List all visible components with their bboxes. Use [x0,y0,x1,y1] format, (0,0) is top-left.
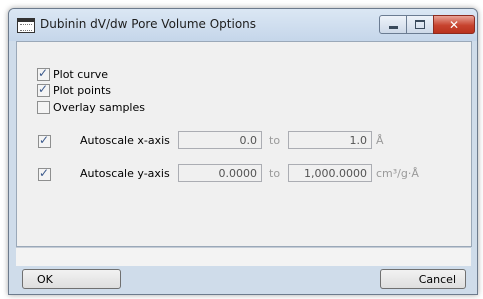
plot-points-option[interactable]: Plot points [37,82,111,98]
y-to-label: to [269,167,281,180]
plot-curve-option[interactable]: Plot curve [37,66,108,82]
y-max-field[interactable]: 1,000.0000 [288,164,372,182]
window-icon [17,18,35,33]
status-strip [16,247,471,266]
autoscale-x-label: Autoscale x-axis [80,134,170,147]
autoscale-y-checkbox[interactable] [38,166,51,181]
autoscale-x-checkbox[interactable] [38,133,51,148]
x-to-label: to [269,134,281,147]
minimize-button[interactable] [379,15,407,34]
y-min-field[interactable]: 0.0000 [178,164,262,182]
dialog-window: Dubinin dV/dw Pore Volume Options ✕ Plot… [8,8,478,295]
plot-points-label: Plot points [53,83,112,97]
maximize-button[interactable] [406,15,434,34]
minimize-icon [388,26,398,29]
title-bar[interactable]: Dubinin dV/dw Pore Volume Options ✕ [9,9,477,41]
x-unit-label: Å [376,134,384,147]
overlay-samples-option[interactable]: Overlay samples [37,99,145,115]
y-unit-label: cm³/g·Å [376,167,419,180]
options-panel: Plot curve Plot points Overlay samples A… [16,41,472,247]
plot-curve-checkbox[interactable] [37,66,50,81]
cancel-button[interactable]: Cancel [380,269,466,289]
overlay-samples-checkbox[interactable] [37,100,50,114]
overlay-samples-label: Overlay samples [53,100,145,114]
plot-curve-label: Plot curve [53,67,109,81]
autoscale-y-label: Autoscale y-axis [80,167,170,180]
maximize-icon [415,20,425,29]
close-icon: ✕ [448,17,460,32]
x-max-field[interactable]: 1.0 [288,131,372,149]
plot-points-checkbox[interactable] [37,82,50,97]
window-title: Dubinin dV/dw Pore Volume Options [40,17,257,31]
x-min-field[interactable]: 0.0 [178,131,262,149]
close-button[interactable]: ✕ [433,15,475,34]
ok-button[interactable]: OK [22,269,121,289]
